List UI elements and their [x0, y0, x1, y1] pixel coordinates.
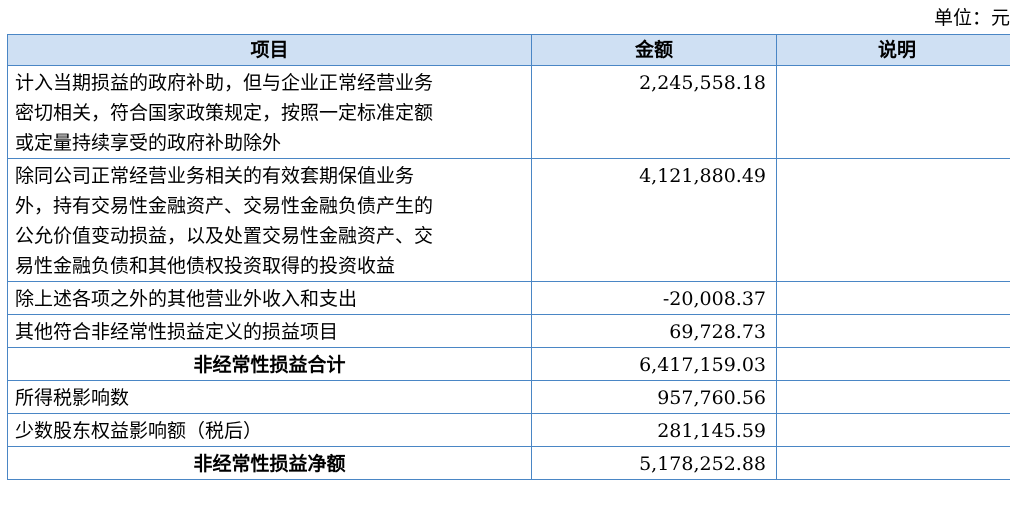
row-item: 非经常性损益合计 [7, 347, 532, 381]
row-item-line: 易性金融负债和其他债权投资取得的投资收益 [15, 255, 396, 277]
row-amount: 69,728.73 [531, 314, 777, 348]
header-item: 项目 [7, 34, 532, 66]
table-row: 所得税影响数 957,760.56 [7, 380, 1010, 414]
table-row: 其他符合非经常性损益定义的损益项目 69,728.73 [7, 314, 1010, 348]
row-note [776, 65, 1010, 159]
non-recurring-gains-table: 项目 金额 说明 计入当期损益的政府补助，但与企业正常经营业务 密切相关，符合国… [7, 34, 1010, 480]
row-amount: 4,121,880.49 [531, 158, 777, 282]
row-item-line: 外，持有交易性金融资产、交易性金融负债产生的 [15, 195, 434, 217]
header-amount: 金额 [531, 34, 777, 66]
table-row: 除同公司正常经营业务相关的有效套期保值业务 外，持有交易性金融资产、交易性金融负… [7, 158, 1010, 282]
row-item-line: 公允价值变动损益，以及处置交易性金融资产、交 [15, 225, 434, 247]
table-header-row: 项目 金额 说明 [7, 34, 1010, 66]
row-item-line: 除同公司正常经营业务相关的有效套期保值业务 [15, 165, 415, 187]
row-amount: 281,145.59 [531, 413, 777, 447]
total-row: 非经常性损益净额 5,178,252.88 [7, 446, 1010, 480]
row-amount: 5,178,252.88 [531, 446, 777, 480]
row-item-line: 或定量持续享受的政府补助除外 [15, 132, 282, 154]
row-item: 其他符合非经常性损益定义的损益项目 [7, 314, 532, 348]
table-row: 除上述各项之外的其他营业外收入和支出 -20,008.37 [7, 281, 1010, 315]
row-amount: -20,008.37 [531, 281, 777, 315]
row-note [776, 446, 1010, 480]
row-amount: 2,245,558.18 [531, 65, 777, 159]
row-item: 除上述各项之外的其他营业外收入和支出 [7, 281, 532, 315]
table-row: 少数股东权益影响额（税后） 281,145.59 [7, 413, 1010, 447]
row-amount: 6,417,159.03 [531, 347, 777, 381]
row-item: 少数股东权益影响额（税后） [7, 413, 532, 447]
header-note: 说明 [776, 34, 1010, 66]
row-item-line: 密切相关，符合国家政策规定，按照一定标准定额 [15, 102, 434, 124]
table-row: 计入当期损益的政府补助，但与企业正常经营业务 密切相关，符合国家政策规定，按照一… [7, 65, 1010, 159]
row-note [776, 314, 1010, 348]
unit-label: 单位：元 [933, 7, 1010, 29]
row-item: 所得税影响数 [7, 380, 532, 414]
row-item-line: 计入当期损益的政府补助，但与企业正常经营业务 [15, 72, 434, 94]
row-item: 非经常性损益净额 [7, 446, 532, 480]
subtotal-row: 非经常性损益合计 6,417,159.03 [7, 347, 1010, 381]
row-note [776, 158, 1010, 282]
row-note [776, 281, 1010, 315]
row-item: 除同公司正常经营业务相关的有效套期保值业务 外，持有交易性金融资产、交易性金融负… [7, 158, 532, 282]
row-amount: 957,760.56 [531, 380, 777, 414]
row-note [776, 380, 1010, 414]
row-note [776, 347, 1010, 381]
row-note [776, 413, 1010, 447]
row-item: 计入当期损益的政府补助，但与企业正常经营业务 密切相关，符合国家政策规定，按照一… [7, 65, 532, 159]
